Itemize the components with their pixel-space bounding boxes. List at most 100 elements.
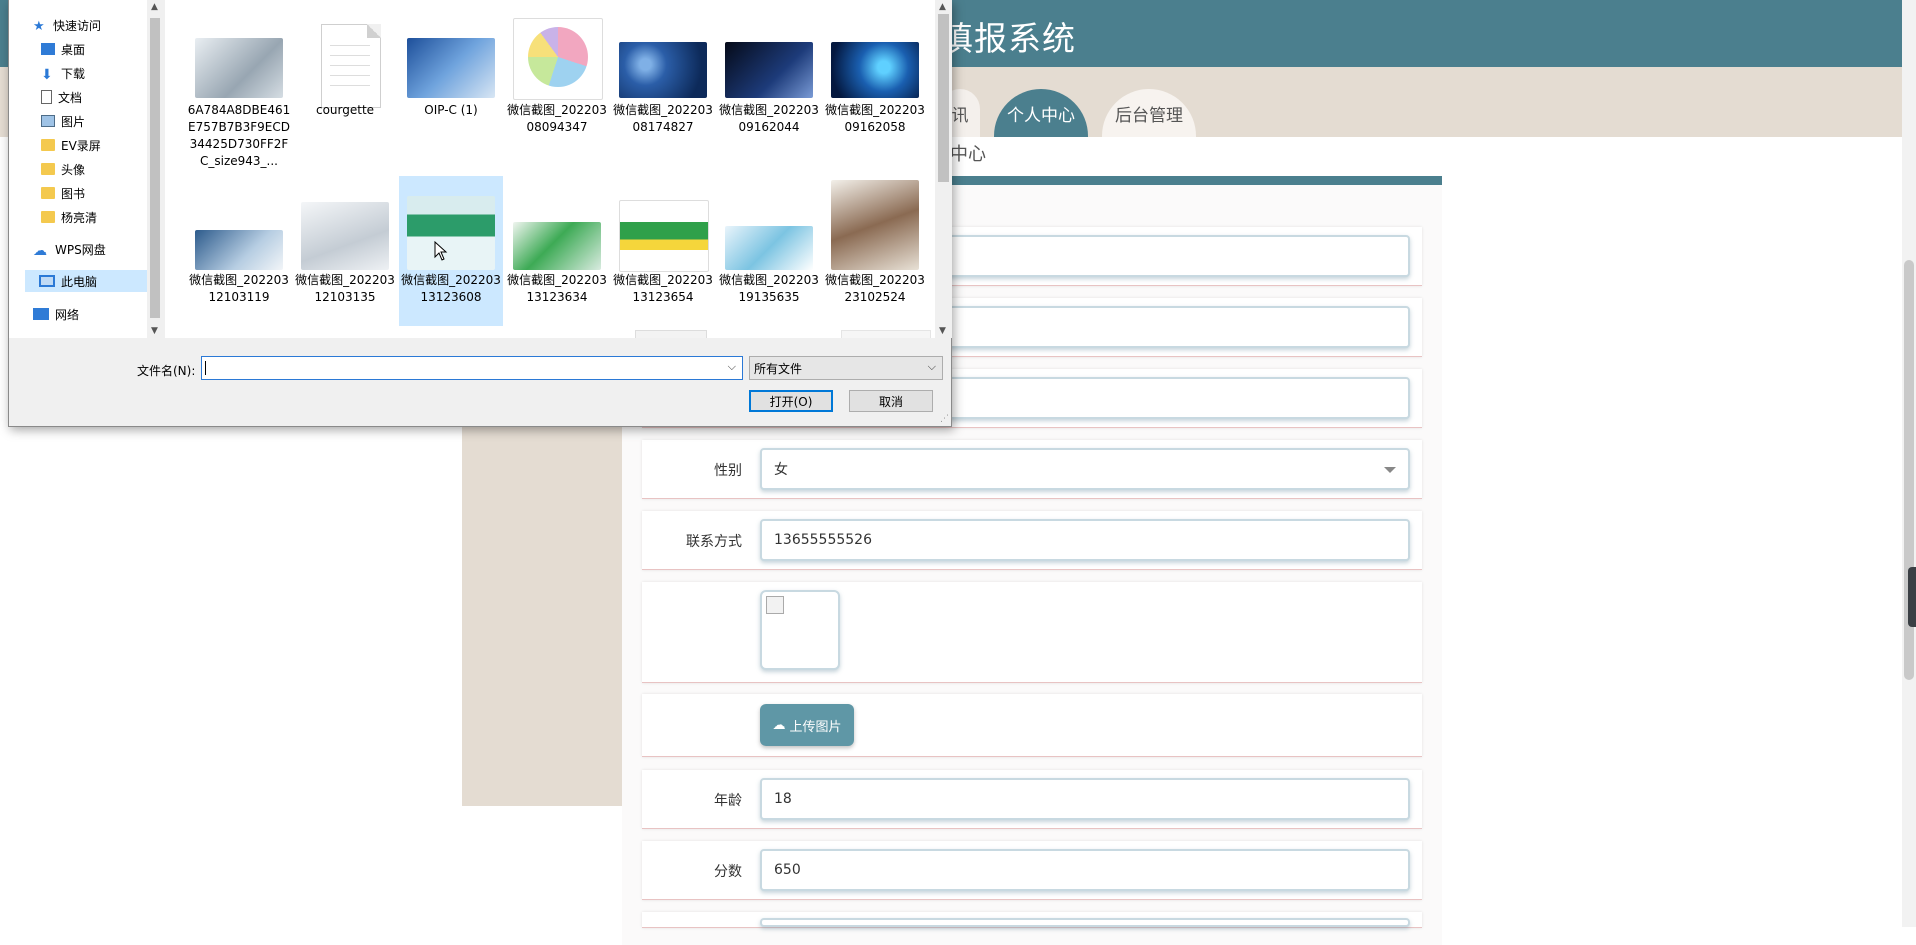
dialog-footer: 文件名(N): ⌵ 所有文件 ⌵ 打开(O) 取消 ⋰ <box>9 338 951 426</box>
page-scrollbar[interactable] <box>1902 0 1916 927</box>
blank-document-icon <box>321 24 381 108</box>
side-widget[interactable] <box>1908 567 1916 627</box>
form-row-age: 年龄 18 <box>642 770 1422 829</box>
file-thumbnail <box>725 226 813 270</box>
text-caret <box>205 361 206 375</box>
age-input[interactable]: 18 <box>760 778 1410 820</box>
upload-image-button[interactable]: ☁ 上传图片 <box>760 704 854 746</box>
nav-item-label: 快速访问 <box>53 18 102 33</box>
file-item[interactable]: 微信截图_20220323102524 <box>823 176 927 326</box>
scroll-up-icon[interactable]: ▲ <box>151 2 158 12</box>
resize-grip-icon[interactable]: ⋰ <box>940 414 949 424</box>
nav-folder-books[interactable]: 图书 <box>41 182 85 204</box>
folder-icon <box>41 163 55 175</box>
nav-pictures[interactable]: 图片 <box>41 110 85 132</box>
file-name: OIP-C (1) <box>424 103 478 117</box>
mouse-cursor-icon <box>434 241 448 261</box>
file-thumbnail <box>725 42 813 98</box>
file-item[interactable]: 微信截图_20220312103135 <box>293 176 397 326</box>
nav-item-label: WPS网盘 <box>55 242 106 257</box>
score-input[interactable]: 650 <box>760 849 1410 891</box>
chevron-down-icon <box>1384 467 1396 473</box>
nav-downloads[interactable]: ⬇ 下载 <box>41 62 85 84</box>
file-name: 微信截图_20220308174827 <box>613 103 713 134</box>
nav-item-label: 图片 <box>61 114 86 129</box>
computer-icon <box>39 275 55 287</box>
file-item[interactable]: 微信截图_20220308174827 <box>611 14 715 174</box>
form-row-score: 分数 650 <box>642 841 1422 900</box>
nav-item-label: 此电脑 <box>61 274 98 289</box>
folder-icon <box>41 187 55 199</box>
grid-scrollbar-thumb[interactable] <box>938 14 949 182</box>
folder-icon <box>41 211 55 223</box>
scroll-up-icon[interactable]: ▲ <box>939 2 946 12</box>
age-label: 年龄 <box>714 793 742 809</box>
filename-label: 文件名(N): <box>137 364 196 378</box>
file-name: 6A784A8DBE461E757B7B3F9ECD34425D730FF2FC… <box>187 103 291 168</box>
file-item[interactable]: OIP-C (1) <box>399 14 503 174</box>
scroll-down-icon[interactable]: ▼ <box>151 326 158 336</box>
file-name: 微信截图_20220312103119 <box>189 273 289 304</box>
folder-icon <box>41 139 55 151</box>
file-item[interactable]: courgette <box>293 14 397 174</box>
nav-folder-ev[interactable]: EV录屏 <box>41 134 101 156</box>
nav-scrollbar-thumb[interactable] <box>150 18 160 318</box>
document-icon <box>41 90 52 104</box>
nav-item-label: 桌面 <box>61 42 86 57</box>
file-item[interactable]: 微信截图_20220312103119 <box>187 176 291 326</box>
nav-item-label: 图书 <box>61 186 86 201</box>
pie-chart-icon <box>528 27 588 87</box>
form-row-photo <box>642 582 1422 683</box>
gender-select[interactable]: 女 <box>760 448 1410 490</box>
nav-this-pc[interactable]: 此电脑 <box>25 270 147 292</box>
file-type-value: 所有文件 <box>754 362 803 376</box>
scroll-down-icon[interactable]: ▼ <box>939 326 946 336</box>
file-name: 微信截图_20220313123634 <box>507 273 607 304</box>
file-grid-scrollbar[interactable]: ▲ ▼ <box>935 0 952 338</box>
file-thumbnail <box>407 38 495 98</box>
file-item[interactable]: 微信截图_20220319135635 <box>717 176 821 326</box>
file-item-selected[interactable]: 微信截图_20220313123608 <box>399 176 503 326</box>
picture-icon <box>41 115 55 127</box>
form-row-upload: ☁ 上传图片 <box>642 694 1422 757</box>
cancel-button[interactable]: 取消 <box>849 390 933 412</box>
file-thumbnail-partial <box>635 330 707 338</box>
nav-folder-user[interactable]: 杨亮清 <box>41 206 97 228</box>
nav-item-label: EV录屏 <box>61 138 101 153</box>
file-name: 微信截图_20220319135635 <box>719 273 819 304</box>
network-icon <box>33 308 49 320</box>
file-name: 微信截图_20220309162058 <box>825 103 925 134</box>
chevron-down-icon[interactable]: ⌵ <box>728 360 736 374</box>
file-thumbnail <box>619 42 707 98</box>
nav-folder-avatar[interactable]: 头像 <box>41 158 85 180</box>
file-name: courgette <box>315 103 375 117</box>
file-item[interactable]: 微信截图_20220313123654 <box>611 176 715 326</box>
file-item[interactable]: 微信截图_20220309162058 <box>823 14 927 174</box>
file-item[interactable]: 微信截图_20220309162044 <box>717 14 821 174</box>
contact-label: 联系方式 <box>686 534 742 550</box>
nav-wps-cloud[interactable]: ☁ WPS网盘 <box>33 238 106 260</box>
file-thumbnail <box>619 200 709 272</box>
upload-button-label: 上传图片 <box>789 719 842 735</box>
site-title: 填报系统 <box>940 19 1076 58</box>
file-name: 微信截图_20220308094347 <box>507 103 607 134</box>
contact-input[interactable]: 13655555526 <box>760 519 1410 561</box>
nav-desktop[interactable]: 桌面 <box>41 38 85 60</box>
nav-network[interactable]: 网络 <box>33 303 79 325</box>
filename-input[interactable]: ⌵ <box>201 356 743 380</box>
nav-pane-scrollbar[interactable]: ▲ ▼ <box>147 0 163 338</box>
open-button[interactable]: 打开(O) <box>749 390 833 412</box>
file-item[interactable]: 微信截图_20220308094347 <box>505 14 609 174</box>
nav-documents[interactable]: 文档 <box>41 86 82 108</box>
star-icon: ★ <box>33 19 45 34</box>
file-item[interactable]: 微信截图_20220313123634 <box>505 176 609 326</box>
file-type-select[interactable]: 所有文件 ⌵ <box>749 356 943 380</box>
text-field[interactable] <box>760 918 1410 927</box>
nav-item-label: 网络 <box>55 307 80 322</box>
nav-quick-access[interactable]: ★ 快速访问 <box>33 14 101 36</box>
file-thumbnail <box>407 196 495 270</box>
navigation-pane: ★ 快速访问 桌面 ⬇ 下载 文档 图片 EV录屏 头像 图书 杨亮清 ☁ WP… <box>9 0 147 338</box>
score-label: 分数 <box>714 864 742 880</box>
file-item[interactable]: 6A784A8DBE461E757B7B3F9ECD34425D730FF2FC… <box>187 14 291 174</box>
file-name: 微信截图_20220313123654 <box>613 273 713 304</box>
